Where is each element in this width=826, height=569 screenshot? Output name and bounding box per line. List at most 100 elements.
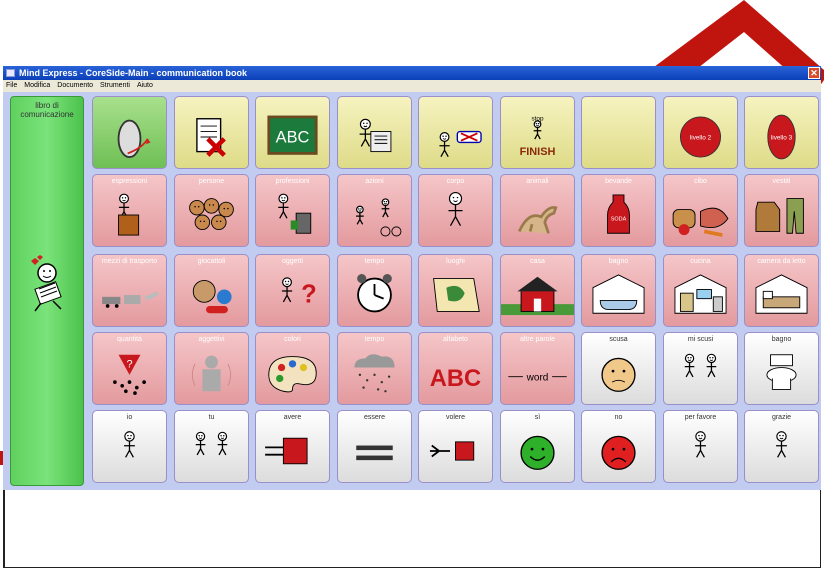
board-cell-r3-c0[interactable]: quantità? <box>92 332 167 405</box>
cell-label: bagno <box>608 258 629 265</box>
cell-label: luoghi <box>446 258 465 265</box>
board-cell-r4-c8[interactable]: grazie <box>744 410 819 483</box>
board-cell-r0-c1[interactable] <box>174 96 249 169</box>
bathtub-icon <box>582 267 655 323</box>
board-cell-r0-c8[interactable]: livello 3 <box>744 96 819 169</box>
cell-label: tempo <box>364 336 385 343</box>
app-icon <box>6 69 15 77</box>
menu-bar: File Modifica Documento Strumenti Aiuto <box>3 80 821 92</box>
sidebar-communication-book[interactable]: libro di comunicazione <box>10 96 84 486</box>
abc-icon: ABC <box>419 345 492 401</box>
soda-bottle-icon: SODA <box>582 187 655 243</box>
board-cell-r0-c7[interactable]: livello 2 <box>663 96 738 169</box>
board-cell-r1-c8[interactable]: vestiti <box>744 174 819 247</box>
close-button[interactable]: ✕ <box>808 67 820 79</box>
cell-label: professioni <box>275 178 310 185</box>
board-cell-r2-c8[interactable]: camera da letto <box>744 254 819 327</box>
board-cell-r4-c0[interactable]: io <box>92 410 167 483</box>
thanks-person-icon <box>745 423 818 479</box>
board-cell-r1-c1[interactable]: persone <box>174 174 249 247</box>
board-cell-r3-c8[interactable]: bagno <box>744 332 819 405</box>
board-cell-r4-c2[interactable]: avere <box>255 410 330 483</box>
board-cell-r0-c4[interactable] <box>418 96 493 169</box>
board-cell-r2-c0[interactable]: mezzi di trasporto <box>92 254 167 327</box>
have-box-icon <box>256 423 329 479</box>
board-cell-r0-c6[interactable] <box>581 96 656 169</box>
cell-label: oggetti <box>281 258 304 265</box>
sidebar-label: libro di comunicazione <box>20 101 74 119</box>
board-cell-r3-c2[interactable]: colori <box>255 332 330 405</box>
cell-label: mezzi di trasporto <box>101 258 158 265</box>
board-cell-r4-c3[interactable]: essere <box>337 410 412 483</box>
cell-label: io <box>126 414 133 421</box>
menu-documento[interactable]: Documento <box>57 82 93 89</box>
board-cell-r1-c6[interactable]: bevande SODA <box>581 174 656 247</box>
board-cell-r0-c0[interactable] <box>92 96 167 169</box>
board-cell-r4-c7[interactable]: per favore <box>663 410 738 483</box>
board-cell-r2-c6[interactable]: bagno <box>581 254 656 327</box>
cell-label: cibo <box>694 178 707 185</box>
cell-label: sì <box>534 414 541 421</box>
delete-page-icon <box>175 109 248 165</box>
board-cell-r1-c4[interactable]: corpo <box>418 174 493 247</box>
board-cell-r1-c5[interactable]: animali <box>500 174 575 247</box>
board-cell-r3-c6[interactable]: scusa <box>581 332 656 405</box>
board-cell-r0-c5[interactable]: stop FINISH <box>500 96 575 169</box>
cell-label: camera da letto <box>757 258 806 265</box>
board-cell-r2-c1[interactable]: giocattoli <box>174 254 249 327</box>
two-people-icon <box>664 345 737 401</box>
menu-strumenti[interactable]: Strumenti <box>100 82 130 89</box>
menu-modifica[interactable]: Modifica <box>24 82 50 89</box>
board-cell-r1-c7[interactable]: cibo <box>663 174 738 247</box>
cell-label: aggettivi <box>198 336 225 343</box>
svg-text:SODA: SODA <box>611 216 627 222</box>
svg-text:ABC: ABC <box>276 128 310 146</box>
turn-back-icon <box>93 109 166 165</box>
symbol-board: libro di comunicazione ABC stop FINISH live… <box>3 92 821 490</box>
board-cell-r2-c7[interactable]: cucina <box>663 254 738 327</box>
toys-icon <box>175 267 248 323</box>
board-cell-r4-c4[interactable]: volere <box>418 410 493 483</box>
board-cell-r3-c5[interactable]: altre parole word <box>500 332 575 405</box>
board-cell-r2-c4[interactable]: luoghi <box>418 254 493 327</box>
abc-board-icon: ABC <box>256 109 329 165</box>
svg-text:ABC: ABC <box>430 366 481 392</box>
board-cell-r4-c1[interactable]: tu <box>174 410 249 483</box>
menu-file[interactable]: File <box>6 82 17 89</box>
cell-label: giocattoli <box>197 258 226 265</box>
cell-label: espressioni <box>111 178 148 185</box>
cell-label: per favore <box>684 414 717 421</box>
svg-text:?: ? <box>126 359 132 371</box>
cell-label: alfabeto <box>443 336 468 343</box>
message-window[interactable] <box>3 490 821 568</box>
board-cell-r3-c7[interactable]: mi scusi <box>663 332 738 405</box>
cell-label: no <box>614 414 623 421</box>
question-person-icon: ? <box>256 267 329 323</box>
actions-icon <box>338 187 411 243</box>
board-cell-r4-c6[interactable]: no <box>581 410 656 483</box>
board-cell-r2-c2[interactable]: oggetti? <box>255 254 330 327</box>
board-cell-r1-c2[interactable]: professioni <box>255 174 330 247</box>
finish-icon: stop FINISH <box>501 109 574 165</box>
board-cell-r0-c3[interactable] <box>337 96 412 169</box>
cell-label: cucina <box>690 258 711 265</box>
child-reading-icon <box>31 255 62 312</box>
cell-label: bevande <box>605 178 632 185</box>
svg-text:?: ? <box>301 280 317 308</box>
red-circle-icon: livello 2 <box>664 109 737 165</box>
sad-face-icon <box>582 345 655 401</box>
cell-label: scusa <box>609 336 628 343</box>
cell-label: azioni <box>365 178 384 185</box>
board-cell-r4-c5[interactable]: sì <box>500 410 575 483</box>
worker-icon <box>256 187 329 243</box>
board-cell-r1-c3[interactable]: azioni <box>337 174 412 247</box>
cell-label: colori <box>284 336 301 343</box>
board-cell-r2-c3[interactable]: tempo <box>337 254 412 327</box>
board-cell-r0-c2[interactable]: ABC <box>255 96 330 169</box>
board-cell-r3-c3[interactable]: tempo <box>337 332 412 405</box>
board-cell-r2-c5[interactable]: casa <box>500 254 575 327</box>
menu-aiuto[interactable]: Aiuto <box>137 82 153 89</box>
board-cell-r1-c0[interactable]: espressioni <box>92 174 167 247</box>
board-cell-r3-c1[interactable]: aggettivi <box>174 332 249 405</box>
board-cell-r3-c4[interactable]: alfabeto ABC <box>418 332 493 405</box>
